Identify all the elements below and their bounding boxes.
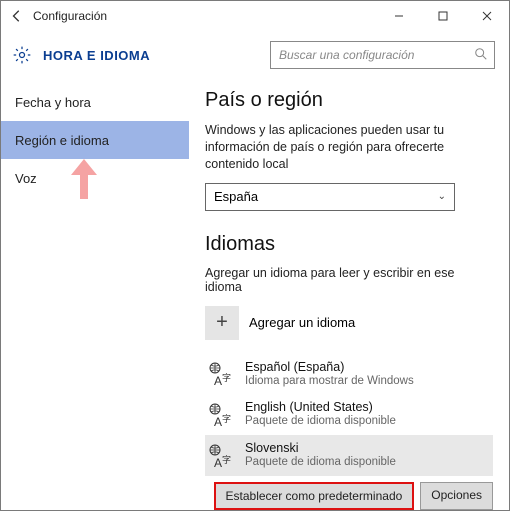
region-description: Windows y las aplicaciones pueden usar t… bbox=[205, 122, 493, 173]
sidebar-item-label: Voz bbox=[15, 171, 37, 186]
chevron-down-icon: ⌄ bbox=[438, 191, 446, 202]
sidebar-item-label: Región e idioma bbox=[15, 133, 109, 148]
gear-icon bbox=[11, 44, 33, 66]
sidebar-item-date-time[interactable]: Fecha y hora bbox=[1, 83, 189, 121]
svg-text:A: A bbox=[214, 374, 222, 387]
sidebar-item-speech[interactable]: Voz bbox=[1, 159, 189, 197]
region-heading: País o región bbox=[205, 89, 493, 112]
language-item-es[interactable]: A字 Español (España) Idioma para mostrar … bbox=[205, 354, 493, 395]
sidebar: Fecha y hora Región e idioma Voz bbox=[1, 79, 189, 510]
search-icon bbox=[474, 47, 488, 64]
language-item-sl[interactable]: A字 Slovenski Paquete de idioma disponibl… bbox=[205, 435, 493, 476]
languages-heading: Idiomas bbox=[205, 233, 493, 256]
search-placeholder: Buscar una configuración bbox=[279, 48, 474, 62]
language-icon: A字 bbox=[207, 442, 235, 470]
language-item-en[interactable]: A字 English (United States) Paquete de id… bbox=[205, 394, 493, 435]
page-title: HORA E IDIOMA bbox=[43, 48, 150, 63]
language-name: Español (España) bbox=[245, 360, 414, 375]
sidebar-item-label: Fecha y hora bbox=[15, 95, 91, 110]
maximize-button[interactable] bbox=[421, 1, 465, 31]
search-input[interactable]: Buscar una configuración bbox=[270, 41, 495, 69]
options-button[interactable]: Opciones bbox=[420, 482, 493, 510]
svg-text:A: A bbox=[214, 456, 222, 469]
svg-text:A: A bbox=[214, 415, 222, 428]
close-button[interactable] bbox=[465, 1, 509, 31]
language-icon: A字 bbox=[207, 401, 235, 429]
plus-icon: + bbox=[205, 306, 239, 340]
language-detail: Idioma para mostrar de Windows bbox=[245, 375, 414, 389]
set-default-button[interactable]: Establecer como predeterminado bbox=[214, 482, 415, 510]
language-name: Slovenski bbox=[245, 441, 396, 456]
language-icon: A字 bbox=[207, 360, 235, 388]
minimize-button[interactable] bbox=[377, 1, 421, 31]
svg-text:字: 字 bbox=[222, 454, 231, 465]
language-name: English (United States) bbox=[245, 400, 396, 415]
window-title: Configuración bbox=[33, 9, 377, 23]
add-language-label: Agregar un idioma bbox=[249, 315, 355, 330]
svg-text:字: 字 bbox=[222, 413, 231, 424]
header: HORA E IDIOMA Buscar una configuración bbox=[1, 31, 509, 79]
titlebar: Configuración bbox=[1, 1, 509, 31]
back-button[interactable] bbox=[1, 1, 33, 31]
sidebar-item-region-language[interactable]: Región e idioma bbox=[1, 121, 189, 159]
svg-text:字: 字 bbox=[222, 372, 231, 383]
country-selected-value: España bbox=[214, 189, 258, 204]
settings-window: Configuración HORA E IDIOMA Buscar una c… bbox=[0, 0, 510, 511]
main-content: País o región Windows y las aplicaciones… bbox=[189, 79, 509, 510]
country-select[interactable]: España ⌄ bbox=[205, 183, 455, 211]
language-detail: Paquete de idioma disponible bbox=[245, 456, 396, 470]
add-language-row[interactable]: + Agregar un idioma bbox=[205, 306, 493, 340]
languages-sub: Agregar un idioma para leer y escribir e… bbox=[205, 266, 493, 294]
language-detail: Paquete de idioma disponible bbox=[245, 415, 396, 429]
